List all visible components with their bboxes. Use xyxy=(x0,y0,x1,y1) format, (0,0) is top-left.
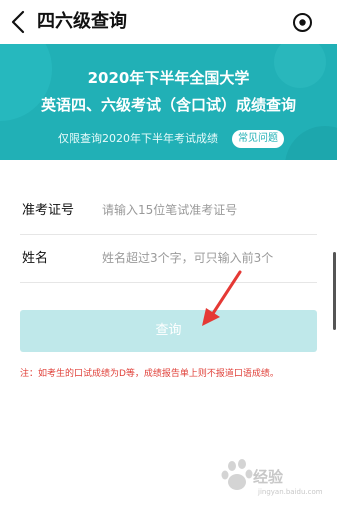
top-bar: 四六级查询 xyxy=(0,0,337,44)
faq-button[interactable]: 常见问题 xyxy=(232,130,284,148)
annotation-arrow-icon xyxy=(202,270,242,326)
banner: 2020年下半年全国大学 英语四、六级考试（含口试）成绩查询 仅限查询2020年… xyxy=(0,44,337,160)
banner-title-line1: 2020年下半年全国大学 xyxy=(87,69,250,87)
exam-id-input[interactable] xyxy=(102,187,312,233)
exam-id-label: 准考证号 xyxy=(22,203,75,218)
banner-subtitle: 仅限查询2020年下半年考试成绩 xyxy=(58,132,218,145)
watermark-subtext: jingyan.baidu.com xyxy=(258,488,323,496)
page-title: 四六级查询 xyxy=(37,11,127,32)
banner-title-line2: 英语四、六级考试（含口试）成绩查询 xyxy=(40,96,296,114)
watermark-text: 经验 xyxy=(253,468,284,486)
name-label: 姓名 xyxy=(22,251,49,266)
record-target-icon[interactable] xyxy=(292,12,313,33)
chevron-left-icon[interactable] xyxy=(8,9,30,35)
notice-text: 注：如考生的口试成绩为D等，成绩报告单上则不报道口语成绩。 xyxy=(20,369,279,379)
query-button[interactable]: 查询 xyxy=(20,310,317,352)
name-row: 姓名 xyxy=(20,235,317,283)
exam-id-row: 准考证号 xyxy=(20,187,317,235)
scrollbar[interactable] xyxy=(333,252,336,330)
